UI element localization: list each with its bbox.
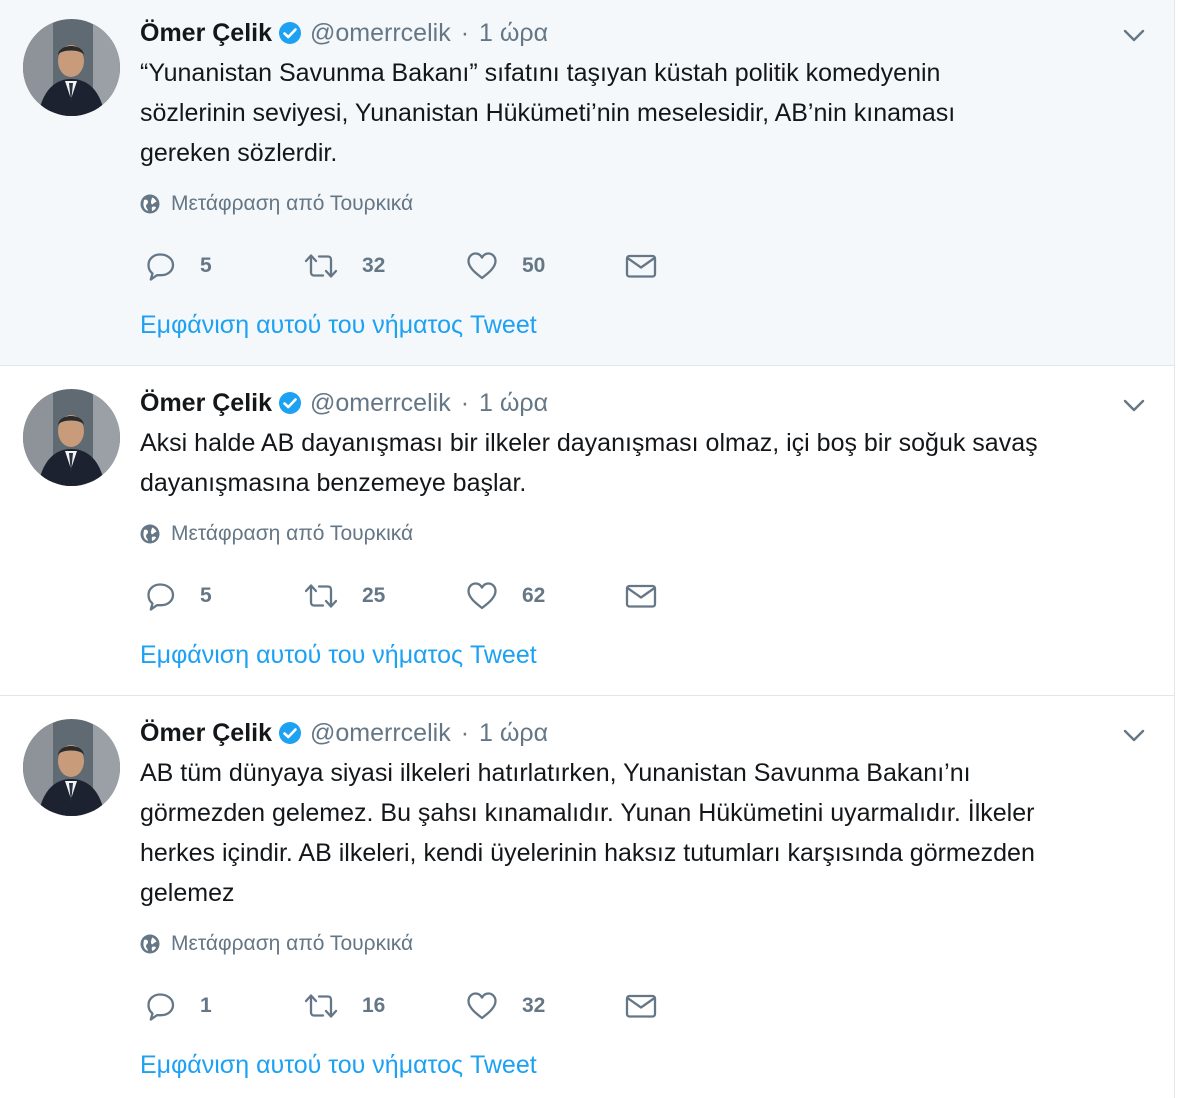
tweet-text: Aksi halde AB dayanışması bir ilkeler da… bbox=[140, 423, 1160, 503]
reply-button[interactable]: 5 bbox=[145, 246, 212, 286]
timestamp[interactable]: 1 ώρα bbox=[479, 719, 548, 748]
direct-message-button[interactable] bbox=[625, 246, 657, 286]
heart-icon bbox=[467, 582, 497, 610]
retweet-count: 25 bbox=[362, 584, 386, 607]
translate-link[interactable]: Μετάφραση από Τουρκικά bbox=[140, 189, 413, 219]
like-button[interactable]: 32 bbox=[465, 986, 545, 1026]
timestamp[interactable]: 1 ώρα bbox=[479, 19, 548, 48]
show-thread-link[interactable]: Εμφάνιση αυτού του νήματος Tweet bbox=[140, 1051, 537, 1080]
show-thread-link[interactable]: Εμφάνιση αυτού του νήματος Tweet bbox=[140, 641, 537, 670]
like-count: 50 bbox=[522, 254, 546, 277]
reply-icon bbox=[147, 583, 175, 611]
tweet-text-line: Aksi halde AB dayanışması bir ilkeler da… bbox=[140, 429, 1038, 457]
tweet-text-line: gereken sözlerdir. bbox=[140, 139, 338, 167]
tweet[interactable]: Ömer Çelik @omerrcelik · 1 ώρα “Yunanist… bbox=[0, 0, 1174, 366]
profile-photo-icon bbox=[23, 389, 120, 486]
envelope-icon bbox=[625, 584, 657, 608]
chevron-down-icon[interactable] bbox=[1121, 392, 1147, 418]
reply-button[interactable]: 5 bbox=[145, 576, 212, 616]
author-handle[interactable]: @omerrcelik bbox=[310, 19, 451, 48]
avatar[interactable] bbox=[23, 719, 120, 816]
tweet-text-line: herkes içindir. AB ilkeleri, kendi üyele… bbox=[140, 839, 1035, 867]
show-thread-link[interactable]: Εμφάνιση αυτού του νήματος Tweet bbox=[140, 311, 537, 340]
like-count: 32 bbox=[522, 994, 546, 1017]
direct-message-button[interactable] bbox=[625, 986, 657, 1026]
profile-photo-icon bbox=[23, 719, 120, 816]
separator-dot: · bbox=[460, 18, 470, 47]
retweet-count: 32 bbox=[362, 254, 386, 277]
translate-link[interactable]: Μετάφραση από Τουρκικά bbox=[140, 519, 413, 549]
retweet-icon bbox=[304, 254, 338, 278]
tweet[interactable]: Ömer Çelik @omerrcelik · 1 ώρα Aksi hald… bbox=[0, 366, 1174, 696]
tweet-text-line: sözlerinin seviyesi, Yunanistan Hükümeti… bbox=[140, 99, 956, 127]
tweet-text-line: gelemez bbox=[140, 879, 235, 907]
tweet-actions: 1 16 32 bbox=[145, 986, 665, 1026]
heart-icon bbox=[467, 992, 497, 1020]
tweet-actions: 5 25 62 bbox=[145, 576, 665, 616]
translate-label: Μετάφραση από Τουρκικά bbox=[171, 192, 414, 215]
reply-count: 1 bbox=[200, 994, 212, 1017]
tweet-feed: Ömer Çelik @omerrcelik · 1 ώρα “Yunanist… bbox=[0, 0, 1174, 1098]
heart-icon bbox=[467, 252, 497, 280]
tweet-text: AB tüm dünyaya siyasi ilkeleri hatırlatı… bbox=[140, 753, 1160, 913]
timestamp[interactable]: 1 ώρα bbox=[479, 389, 548, 418]
envelope-icon bbox=[625, 994, 657, 1018]
tweet-header: Ömer Çelik @omerrcelik · 1 ώρα bbox=[140, 385, 548, 421]
reply-button[interactable]: 1 bbox=[145, 986, 212, 1026]
verified-badge-icon bbox=[279, 22, 302, 44]
retweet-icon bbox=[304, 994, 338, 1018]
reply-icon bbox=[147, 993, 175, 1021]
tweet-text-line: görmezden gelemez. Bu şahsı kınamalıdır.… bbox=[140, 799, 1035, 827]
tweet-text-line: “Yunanistan Savunma Bakanı” sıfatını taş… bbox=[140, 59, 941, 87]
like-button[interactable]: 50 bbox=[465, 246, 545, 286]
globe-icon bbox=[140, 524, 160, 544]
separator-dot: · bbox=[460, 718, 470, 747]
reply-count: 5 bbox=[200, 584, 212, 607]
avatar[interactable] bbox=[23, 389, 120, 486]
author-name[interactable]: Ömer Çelik bbox=[140, 389, 272, 418]
like-button[interactable]: 62 bbox=[465, 576, 545, 616]
tweet-actions: 5 32 50 bbox=[145, 246, 665, 286]
tweet[interactable]: Ömer Çelik @omerrcelik · 1 ώρα AB tüm dü… bbox=[0, 696, 1174, 1098]
verified-badge-icon bbox=[279, 392, 302, 414]
timeline-border bbox=[1174, 0, 1175, 1098]
globe-icon bbox=[140, 194, 160, 214]
reply-count: 5 bbox=[200, 254, 212, 277]
author-handle[interactable]: @omerrcelik bbox=[310, 389, 451, 418]
retweet-button[interactable]: 32 bbox=[303, 246, 385, 286]
retweet-button[interactable]: 16 bbox=[303, 986, 385, 1026]
translate-label: Μετάφραση από Τουρκικά bbox=[171, 522, 414, 545]
author-name[interactable]: Ömer Çelik bbox=[140, 719, 272, 748]
tweet-text: “Yunanistan Savunma Bakanı” sıfatını taş… bbox=[140, 53, 1160, 173]
reply-icon bbox=[147, 253, 175, 281]
profile-photo-icon bbox=[23, 19, 120, 116]
separator-dot: · bbox=[460, 388, 470, 417]
translate-link[interactable]: Μετάφραση από Τουρκικά bbox=[140, 929, 413, 959]
like-count: 62 bbox=[522, 584, 546, 607]
tweet-text-line: AB tüm dünyaya siyasi ilkeleri hatırlatı… bbox=[140, 759, 971, 787]
avatar[interactable] bbox=[23, 19, 120, 116]
author-handle[interactable]: @omerrcelik bbox=[310, 719, 451, 748]
author-name[interactable]: Ömer Çelik bbox=[140, 19, 272, 48]
tweet-header: Ömer Çelik @omerrcelik · 1 ώρα bbox=[140, 715, 548, 751]
retweet-icon bbox=[304, 584, 338, 608]
direct-message-button[interactable] bbox=[625, 576, 657, 616]
chevron-down-icon[interactable] bbox=[1121, 22, 1147, 48]
retweet-count: 16 bbox=[362, 994, 386, 1017]
tweet-header: Ömer Çelik @omerrcelik · 1 ώρα bbox=[140, 15, 548, 51]
chevron-down-icon[interactable] bbox=[1121, 722, 1147, 748]
globe-icon bbox=[140, 934, 160, 954]
retweet-button[interactable]: 25 bbox=[303, 576, 385, 616]
translate-label: Μετάφραση από Τουρκικά bbox=[171, 932, 414, 955]
verified-badge-icon bbox=[279, 722, 302, 744]
envelope-icon bbox=[625, 254, 657, 278]
tweet-text-line: dayanışmasına benzemeye başlar. bbox=[140, 469, 527, 497]
